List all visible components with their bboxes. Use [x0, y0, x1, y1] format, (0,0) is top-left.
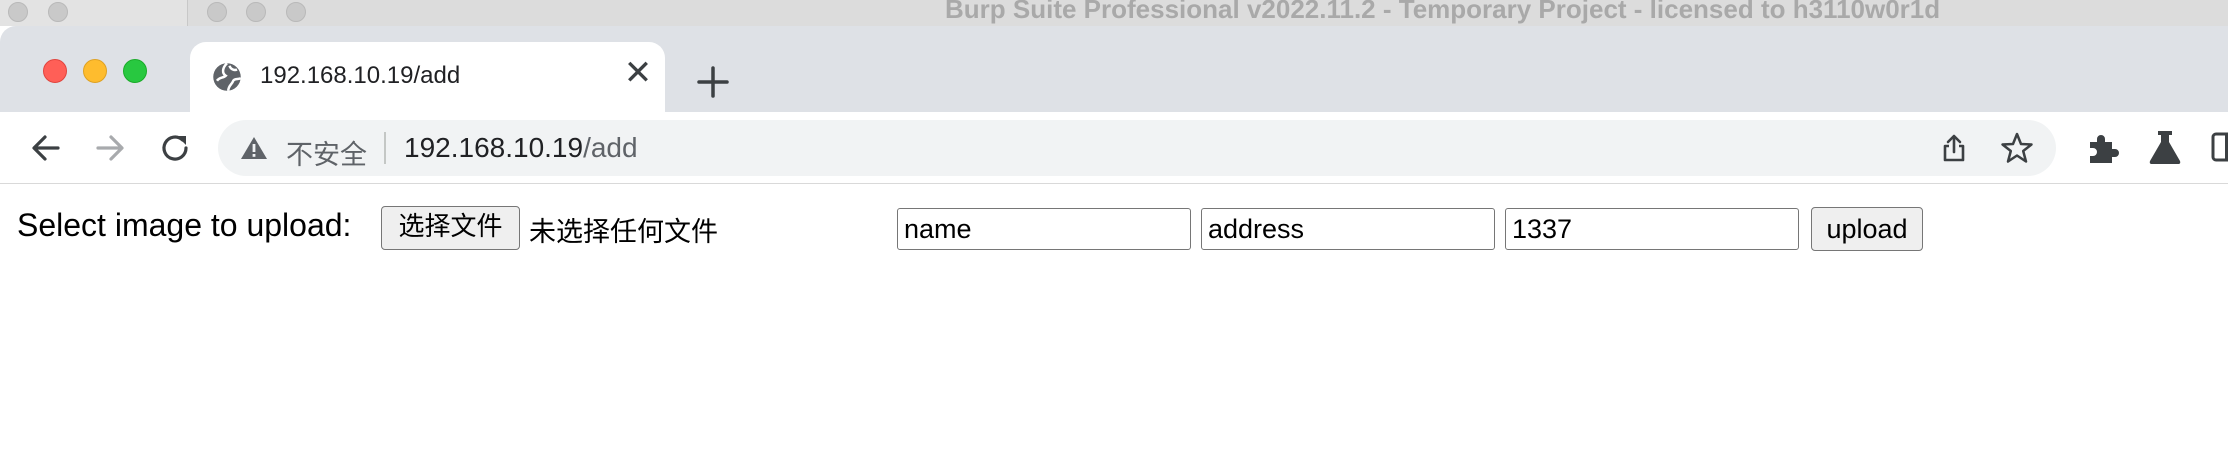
background-window: Burp Suite Professional v2022.11.2 - Tem…	[0, 0, 2228, 26]
tab-close-icon[interactable]: ✕	[622, 56, 654, 90]
warning-triangle-icon[interactable]	[240, 135, 268, 161]
bg-close-dot-2[interactable]	[207, 2, 227, 22]
share-icon[interactable]	[1938, 132, 1970, 164]
flask-icon[interactable]	[2147, 128, 2183, 166]
security-status-label[interactable]: 不安全	[286, 133, 367, 172]
url-text[interactable]: 192.168.10.19/add	[404, 132, 638, 164]
puzzle-icon[interactable]	[2085, 130, 2121, 166]
address-field[interactable]: address	[1201, 208, 1495, 250]
side-panel-icon[interactable]	[2210, 131, 2228, 163]
bg-zoom-dot-2[interactable]	[286, 2, 306, 22]
url-path: /add	[583, 132, 638, 163]
page-content: Select image to upload: 选择文件 未选择任何文件 nam…	[0, 184, 2228, 460]
omnibox-divider	[384, 132, 386, 164]
bg-minimize-dot-2[interactable]	[246, 2, 266, 22]
choose-file-button[interactable]: 选择文件	[381, 206, 520, 250]
file-status-text: 未选择任何文件	[529, 217, 718, 248]
upload-button[interactable]: upload	[1811, 207, 1923, 251]
reload-icon[interactable]	[155, 128, 195, 168]
window-zoom-button[interactable]	[123, 59, 147, 83]
background-window-title: Burp Suite Professional v2022.11.2 - Tem…	[945, 0, 1941, 24]
upload-label: Select image to upload:	[17, 207, 352, 243]
bg-minimize-dot[interactable]	[48, 2, 68, 22]
url-host: 192.168.10.19	[404, 132, 584, 163]
arrow-right-icon[interactable]	[90, 128, 130, 168]
tab-active[interactable]: 192.168.10.19/add ✕	[190, 42, 665, 114]
name-field[interactable]: name	[897, 208, 1191, 250]
background-window-left-pane	[0, 0, 188, 26]
browser-window: 192.168.10.19/add ✕ 不安全 192.168.10.19/ad	[0, 26, 2228, 460]
address-bar[interactable]: 不安全 192.168.10.19/add	[218, 120, 2056, 176]
window-minimize-button[interactable]	[83, 59, 107, 83]
globe-icon	[213, 62, 242, 91]
window-close-button[interactable]	[43, 59, 67, 83]
number-field[interactable]: 1337	[1505, 208, 1799, 250]
tab-title: 192.168.10.19/add	[260, 62, 461, 89]
browser-toolbar: 不安全 192.168.10.19/add	[0, 112, 2228, 184]
plus-icon[interactable]	[693, 62, 733, 102]
star-icon[interactable]	[2000, 131, 2034, 165]
tab-strip: 192.168.10.19/add ✕	[0, 26, 2228, 114]
arrow-left-icon[interactable]	[26, 128, 66, 168]
bg-close-dot[interactable]	[8, 2, 28, 22]
